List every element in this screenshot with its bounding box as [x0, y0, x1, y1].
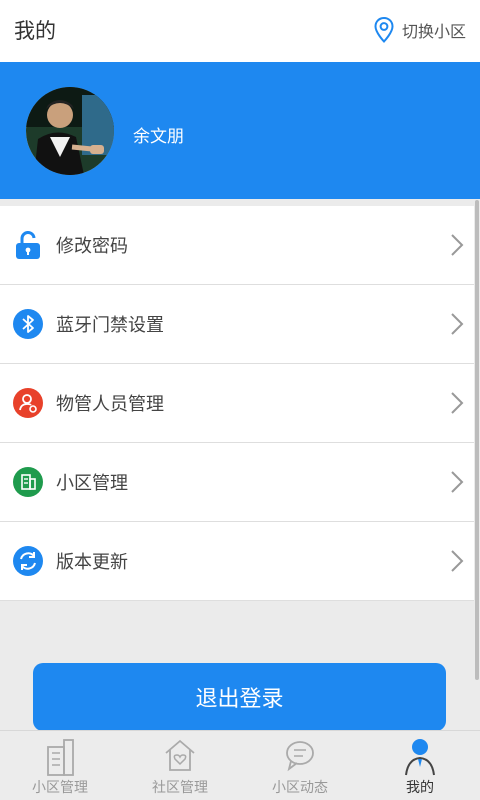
bluetooth-icon [13, 309, 43, 339]
menu-item-version-update[interactable]: 版本更新 [0, 522, 474, 601]
chevron-right-icon [451, 550, 464, 572]
menu-item-label: 小区管理 [56, 473, 128, 494]
chevron-right-icon [451, 471, 464, 493]
user-manage-icon [13, 388, 43, 418]
location-pin-icon [374, 17, 394, 43]
bottom-tab-bar: 小区管理 社区管理 小区动态 我的 [0, 730, 480, 800]
tab-label: 我的 [406, 780, 434, 796]
menu-item-bluetooth-access[interactable]: 蓝牙门禁设置 [0, 285, 474, 364]
tab-label: 小区动态 [272, 780, 328, 796]
chevron-right-icon [451, 313, 464, 335]
menu-item-community-management[interactable]: 小区管理 [0, 443, 474, 522]
switch-community-button[interactable]: 切换小区 [374, 17, 466, 43]
tab-community-news[interactable]: 小区动态 [240, 731, 360, 800]
building-tab-icon [47, 739, 74, 776]
menu-item-label: 版本更新 [56, 552, 128, 573]
unlock-icon [16, 231, 40, 259]
building-icon [13, 467, 43, 497]
menu-item-label: 修改密码 [56, 236, 128, 257]
chevron-right-icon [451, 392, 464, 414]
user-name: 余文朋 [133, 127, 184, 147]
menu-item-label: 物管人员管理 [56, 394, 164, 415]
scrollbar[interactable] [475, 200, 479, 680]
chat-bubble-icon [286, 741, 314, 772]
switch-community-label: 切换小区 [401, 22, 466, 41]
tab-label: 小区管理 [32, 780, 88, 796]
tab-neighborhood-management[interactable]: 社区管理 [120, 731, 240, 800]
tab-community-management[interactable]: 小区管理 [0, 731, 120, 800]
tab-mine[interactable]: 我的 [360, 731, 480, 800]
house-heart-icon [165, 739, 195, 771]
menu-item-staff-management[interactable]: 物管人员管理 [0, 364, 474, 443]
menu-item-change-password[interactable]: 修改密码 [0, 206, 474, 285]
person-icon [405, 739, 435, 776]
settings-menu: 修改密码 蓝牙门禁设置 物管人员管理 小区管理 版本更新 [0, 206, 474, 601]
avatar[interactable] [26, 87, 114, 175]
page-title: 我的 [14, 19, 56, 43]
logout-button[interactable]: 退出登录 [33, 663, 446, 731]
refresh-icon [13, 546, 43, 576]
tab-label: 社区管理 [152, 780, 208, 796]
profile-banner: 余文朋 [0, 62, 480, 199]
chevron-right-icon [451, 234, 464, 256]
top-bar: 我的 切换小区 [0, 0, 480, 62]
menu-item-label: 蓝牙门禁设置 [56, 315, 164, 336]
